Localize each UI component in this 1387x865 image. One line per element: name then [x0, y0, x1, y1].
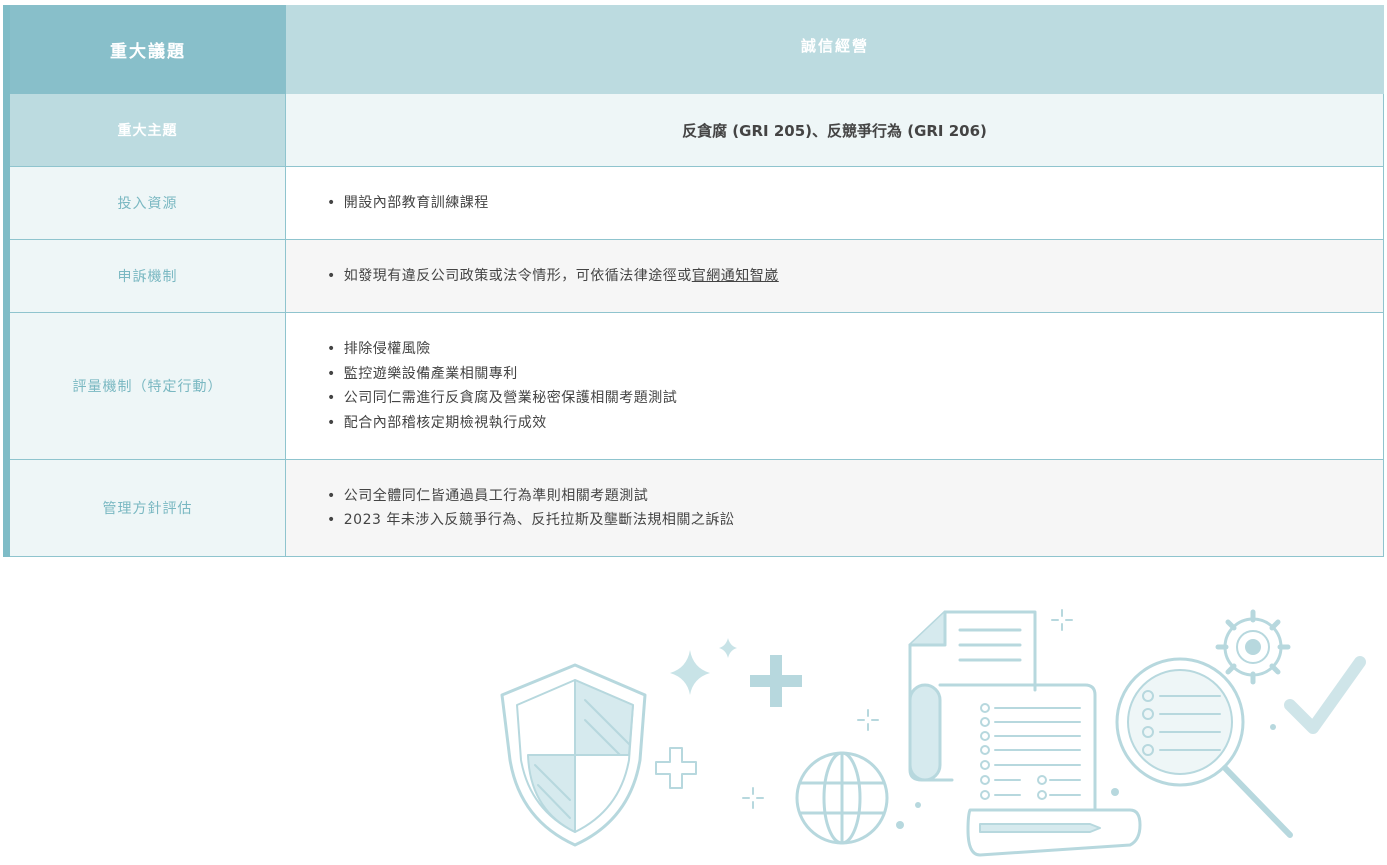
header-col1: 重大議題 [10, 5, 286, 94]
checkmark-icon [1284, 656, 1366, 734]
list-item: 排除侵權風險 [342, 337, 677, 362]
complaint-text: 如發現有違反公司政策或法令情形，可依循法律途徑或 [343, 267, 692, 284]
topic-label: 重大主題 [10, 94, 286, 166]
row-label-management: 管理方針評估 [10, 460, 286, 556]
document-scroll-icon [908, 610, 1142, 857]
list-item: 2023 年未涉入反競爭行為、反托拉斯及壟斷法規相關之訴訟 [342, 508, 734, 533]
topic-row: 重大主題 反貪腐 (GRI 205)、反競爭行為 (GRI 206) [10, 94, 1384, 167]
list-item: 開設內部教育訓練課程 [342, 191, 489, 216]
row-label-evaluation: 評量機制（特定行動） [10, 313, 286, 459]
row-content-management: 公司全體同仁皆通過員工行為準則相關考題測試 2023 年未涉入反競爭行為、反托拉… [286, 460, 1384, 556]
row-content-complaint: 如發現有違反公司政策或法令情形，可依循法律途徑或官網通知智崴 [286, 240, 1384, 312]
row-label-resources: 投入資源 [10, 167, 286, 239]
magnifier-icon [1115, 657, 1293, 838]
shield-icon [500, 663, 647, 847]
list-item: 監控遊樂設備產業相關專利 [342, 362, 677, 387]
globe-icon [795, 751, 889, 845]
list-item: 公司同仁需進行反貪腐及營業秘密保護相關考題測試 [342, 386, 677, 411]
table-row: 管理方針評估 公司全體同仁皆通過員工行為準則相關考題測試 2023 年未涉入反競… [10, 460, 1384, 557]
official-site-link[interactable]: 官網通知智崴 [692, 268, 779, 284]
row-content-resources: 開設內部教育訓練課程 [286, 167, 1384, 239]
row-content-evaluation: 排除侵權風險 監控遊樂設備產業相關專利 公司同仁需進行反貪腐及營業秘密保護相關考… [286, 313, 1384, 459]
table-row: 申訴機制 如發現有違反公司政策或法令情形，可依循法律途徑或官網通知智崴 [10, 240, 1384, 313]
sparkle-icon [670, 638, 737, 695]
list-item: 公司全體同仁皆通過員工行為準則相關考題測試 [342, 484, 734, 509]
header-col2: 誠信經營 [286, 5, 1384, 94]
table-row: 投入資源 開設內部教育訓練課程 [10, 167, 1384, 240]
list-item: 如發現有違反公司政策或法令情形，可依循法律途徑或官網通知智崴 [342, 264, 779, 289]
material-issue-table: 重大議題 誠信經營 重大主題 反貪腐 (GRI 205)、反競爭行為 (GRI … [3, 5, 1384, 557]
table-header-row: 重大議題 誠信經營 [10, 5, 1384, 94]
topic-value: 反貪腐 (GRI 205)、反競爭行為 (GRI 206) [286, 94, 1384, 166]
table-row: 評量機制（特定行動） 排除侵權風險 監控遊樂設備產業相關專利 公司同仁需進行反貪… [10, 313, 1384, 460]
gear-icon [1215, 609, 1291, 685]
compliance-illustration [500, 609, 1366, 857]
row-label-complaint: 申訴機制 [10, 240, 286, 312]
list-item: 配合內部稽核定期檢視執行成效 [342, 411, 677, 436]
